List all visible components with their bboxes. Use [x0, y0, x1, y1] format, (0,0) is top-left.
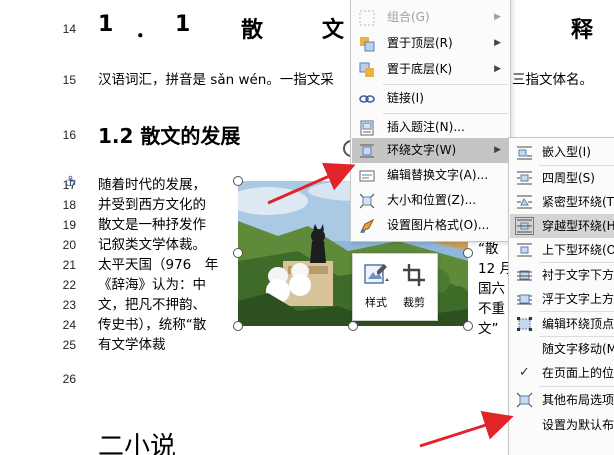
annotation-overlay [267, 162, 514, 448]
annotation-arrow [267, 162, 356, 205]
document-page[interactable]: 14 15 16 17 18 19 20 21 22 23 24 25 26 1… [0, 0, 614, 455]
annotation-arrow [419, 410, 514, 448]
